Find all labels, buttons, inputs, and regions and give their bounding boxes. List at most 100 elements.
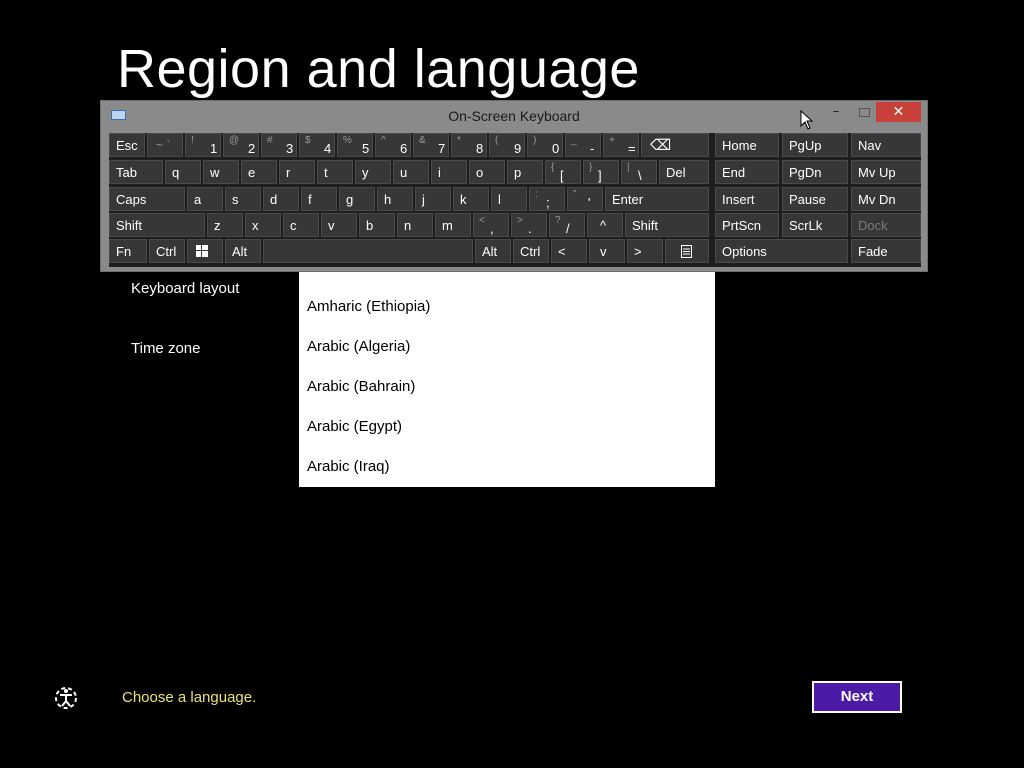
key-f[interactable]: f (301, 187, 337, 211)
key-q[interactable]: q (165, 160, 201, 184)
key-comma[interactable]: <, (473, 213, 509, 237)
key-ctrl-right[interactable]: Ctrl (513, 239, 549, 263)
dropdown-item[interactable]: Amharic (Ethiopia) (299, 287, 715, 327)
key-v[interactable]: v (321, 213, 357, 237)
backspace-icon: ⌫ (650, 137, 672, 154)
key-y[interactable]: y (355, 160, 391, 184)
key-equals[interactable]: + = (603, 133, 639, 157)
close-button[interactable]: ✕ (876, 102, 921, 122)
key-dock[interactable]: Dock (851, 213, 921, 237)
key-pgdn[interactable]: PgDn (782, 160, 848, 184)
key-menu[interactable] (665, 239, 709, 263)
key-mv-dn[interactable]: Mv Dn (851, 187, 921, 211)
key-left-arrow[interactable]: < (551, 239, 587, 263)
key-6[interactable]: ^ 6 (375, 133, 411, 157)
key-minus[interactable]: _ - (565, 133, 601, 157)
time-zone-label: Time zone (131, 340, 201, 357)
key-w[interactable]: w (203, 160, 239, 184)
mouse-cursor-icon (800, 110, 814, 130)
keyboard-area: Esc ~ ` ! 1 @2 #3 $4 % 5 ^ 6 & 7 * 8 (9 ) 0 _ -… (109, 133, 921, 267)
key-del[interactable]: Del (659, 160, 709, 184)
key-8[interactable]: * 8 (451, 133, 487, 157)
ease-of-access-icon[interactable] (53, 685, 79, 711)
key-alt-left[interactable]: Alt (225, 239, 261, 263)
key-4[interactable]: $4 (299, 133, 335, 157)
key-down-arrow[interactable]: v (589, 239, 625, 263)
key-right-arrow[interactable]: > (627, 239, 663, 263)
key-esc[interactable]: Esc (109, 133, 145, 157)
key-shift-right[interactable]: Shift (625, 213, 709, 237)
key-2[interactable]: @2 (223, 133, 259, 157)
key-alt-right[interactable]: Alt (475, 239, 511, 263)
key-insert[interactable]: Insert (715, 187, 779, 211)
key-quote[interactable]: " ' (567, 187, 603, 211)
key-prtscn[interactable]: PrtScn (715, 213, 779, 237)
page-title: Region and language (117, 39, 640, 99)
key-5[interactable]: % 5 (337, 133, 373, 157)
key-r[interactable]: r (279, 160, 315, 184)
key-mv-up[interactable]: Mv Up (851, 160, 921, 184)
keyboard-layout-dropdown-list[interactable]: Amharic (Ethiopia) Arabic (Algeria) Arab… (299, 268, 715, 487)
key-slash[interactable]: ? / (549, 213, 585, 237)
key-g[interactable]: g (339, 187, 375, 211)
key-u[interactable]: u (393, 160, 429, 184)
key-period[interactable]: >. (511, 213, 547, 237)
key-nav[interactable]: Nav (851, 133, 921, 157)
key-windows[interactable] (187, 239, 223, 263)
dropdown-item[interactable]: Arabic (Iraq) (299, 447, 715, 487)
key-1[interactable]: ! 1 (185, 133, 221, 157)
key-end[interactable]: End (715, 160, 779, 184)
key-h[interactable]: h (377, 187, 413, 211)
key-semicolon[interactable]: :; (529, 187, 565, 211)
key-ctrl-left[interactable]: Ctrl (149, 239, 185, 263)
key-x[interactable]: x (245, 213, 281, 237)
key-l[interactable]: l (491, 187, 527, 211)
key-s[interactable]: s (225, 187, 261, 211)
key-p[interactable]: p (507, 160, 543, 184)
key-o[interactable]: o (469, 160, 505, 184)
key-k[interactable]: k (453, 187, 489, 211)
dropdown-item[interactable]: Arabic (Algeria) (299, 327, 715, 367)
key-b[interactable]: b (359, 213, 395, 237)
key-up-arrow[interactable]: ^ (587, 213, 623, 237)
key-enter[interactable]: Enter (605, 187, 709, 211)
key-d[interactable]: d (263, 187, 299, 211)
next-button[interactable]: Next (812, 681, 902, 713)
key-right-bracket[interactable]: }] (583, 160, 619, 184)
key-caps[interactable]: Caps (109, 187, 185, 211)
dropdown-item[interactable]: Arabic (Egypt) (299, 407, 715, 447)
key-fn[interactable]: Fn (109, 239, 147, 263)
key-pause[interactable]: Pause (782, 187, 848, 211)
key-options[interactable]: Options (715, 239, 848, 263)
key-n[interactable]: n (397, 213, 433, 237)
key-left-bracket[interactable]: {[ (545, 160, 581, 184)
key-space[interactable] (263, 239, 473, 263)
key-0[interactable]: ) 0 (527, 133, 563, 157)
key-fade[interactable]: Fade (851, 239, 921, 263)
key-backslash[interactable]: | \ (621, 160, 657, 184)
key-tilde[interactable]: ~ ` (147, 133, 183, 157)
key-pgup[interactable]: PgUp (782, 133, 848, 157)
key-c[interactable]: c (283, 213, 319, 237)
key-9[interactable]: (9 (489, 133, 525, 157)
key-scrlk[interactable]: ScrLk (782, 213, 848, 237)
minimize-button[interactable]: – (825, 102, 847, 122)
key-a[interactable]: a (187, 187, 223, 211)
key-j[interactable]: j (415, 187, 451, 211)
right-arrow-icon: > (634, 244, 642, 259)
key-z[interactable]: z (207, 213, 243, 237)
key-i[interactable]: i (431, 160, 467, 184)
dropdown-item[interactable]: Arabic (Bahrain) (299, 367, 715, 407)
key-t[interactable]: t (317, 160, 353, 184)
key-e[interactable]: e (241, 160, 277, 184)
key-tab[interactable]: Tab (109, 160, 163, 184)
key-7[interactable]: & 7 (413, 133, 449, 157)
key-home[interactable]: Home (715, 133, 779, 157)
maximize-icon (858, 108, 870, 117)
key-backspace[interactable]: ⌫ (641, 133, 709, 157)
maximize-button[interactable] (853, 102, 875, 122)
left-arrow-icon: < (558, 244, 566, 259)
key-3[interactable]: #3 (261, 133, 297, 157)
key-m[interactable]: m (435, 213, 471, 237)
key-shift-left[interactable]: Shift (109, 213, 205, 237)
